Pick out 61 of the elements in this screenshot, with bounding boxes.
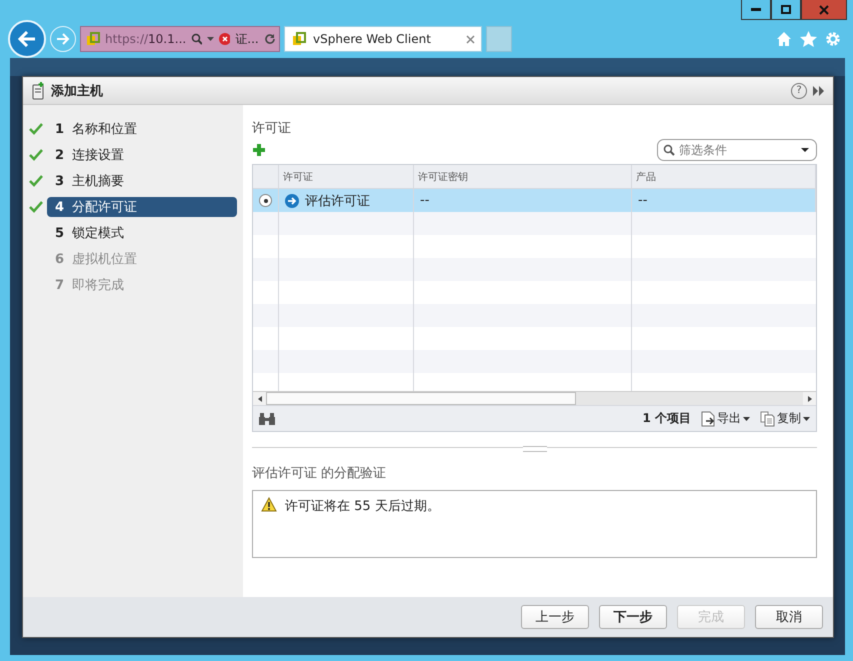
address-bar[interactable]: https://10.1... 证... xyxy=(80,26,280,52)
url-text: https://10.1... xyxy=(105,32,186,46)
wizard-step[interactable]: 3 主机摘要 xyxy=(47,171,237,191)
copy-menu[interactable]: 复制 xyxy=(760,410,810,427)
warning-icon xyxy=(261,497,277,512)
star-icon[interactable] xyxy=(800,31,817,47)
dialog-title: 添加主机 xyxy=(51,82,103,100)
item-count: 1 个项目 xyxy=(642,410,691,427)
add-icon[interactable] xyxy=(252,143,266,157)
wizard-step[interactable]: 2 连接设置 xyxy=(47,145,237,165)
back-button[interactable] xyxy=(8,20,46,58)
column-header[interactable]: 许可证密钥 xyxy=(414,165,632,188)
error-icon xyxy=(219,33,230,45)
browser-tab[interactable]: vSphere Web Client xyxy=(284,26,482,52)
maximize-icon xyxy=(781,5,791,14)
table-row[interactable]: 评估许可证 -- -- xyxy=(253,189,816,212)
arrow-right-icon xyxy=(56,33,70,45)
table-cell-text: 评估许可证 xyxy=(305,192,370,210)
close-icon[interactable] xyxy=(466,34,475,44)
expand-icon[interactable] xyxy=(813,86,825,96)
certificate-warning[interactable]: 证... xyxy=(235,30,259,48)
scroll-left-icon[interactable] xyxy=(258,396,262,402)
search-icon[interactable] xyxy=(191,33,202,45)
caret-icon xyxy=(803,416,810,420)
filter-field[interactable]: 筛选条件 xyxy=(657,139,817,161)
wizard-step[interactable]: 1 名称和位置 xyxy=(47,119,237,139)
dialog-button[interactable]: 取消 xyxy=(755,605,823,629)
maximize-button[interactable] xyxy=(771,0,801,20)
export-icon xyxy=(701,410,715,426)
host-icon xyxy=(31,82,45,100)
site-icon xyxy=(85,31,100,47)
close-icon xyxy=(819,4,829,14)
export-menu[interactable]: 导出 xyxy=(701,410,750,427)
refresh-icon[interactable] xyxy=(264,33,276,45)
binoculars-icon[interactable] xyxy=(259,412,275,424)
caret-icon xyxy=(743,416,750,420)
caret-icon[interactable] xyxy=(801,148,809,152)
wizard-step[interactable]: 4 分配许可证 xyxy=(47,197,237,217)
wizard-step[interactable]: 5 锁定模式 xyxy=(47,223,237,243)
arrow-icon xyxy=(285,194,299,208)
arrow-left-icon xyxy=(18,31,36,47)
horizontal-scrollbar[interactable] xyxy=(253,391,816,405)
minimize-button[interactable] xyxy=(741,0,771,20)
help-button[interactable]: ? xyxy=(791,82,807,98)
table-cell: -- xyxy=(420,193,430,208)
column-header[interactable]: 许可证 xyxy=(279,165,414,188)
warning-message: 许可证将在 55 天后过期。 xyxy=(285,498,440,515)
column-header[interactable]: 产品 xyxy=(632,165,816,188)
close-button[interactable] xyxy=(801,0,847,20)
splitter-handle[interactable] xyxy=(522,446,546,452)
scroll-right-icon[interactable] xyxy=(808,396,812,402)
dialog-button[interactable]: 上一步 xyxy=(521,605,589,629)
site-icon xyxy=(291,31,307,47)
dialog-button[interactable]: 下一步 xyxy=(599,605,667,629)
radio-button[interactable] xyxy=(259,194,272,207)
table-cell: -- xyxy=(638,193,648,208)
copy-icon xyxy=(760,410,775,426)
minimize-icon xyxy=(751,8,761,12)
section-title: 许可证 xyxy=(252,120,292,137)
validation-title: 评估许可证 的分配验证 xyxy=(252,465,388,482)
search-icon xyxy=(663,144,675,156)
